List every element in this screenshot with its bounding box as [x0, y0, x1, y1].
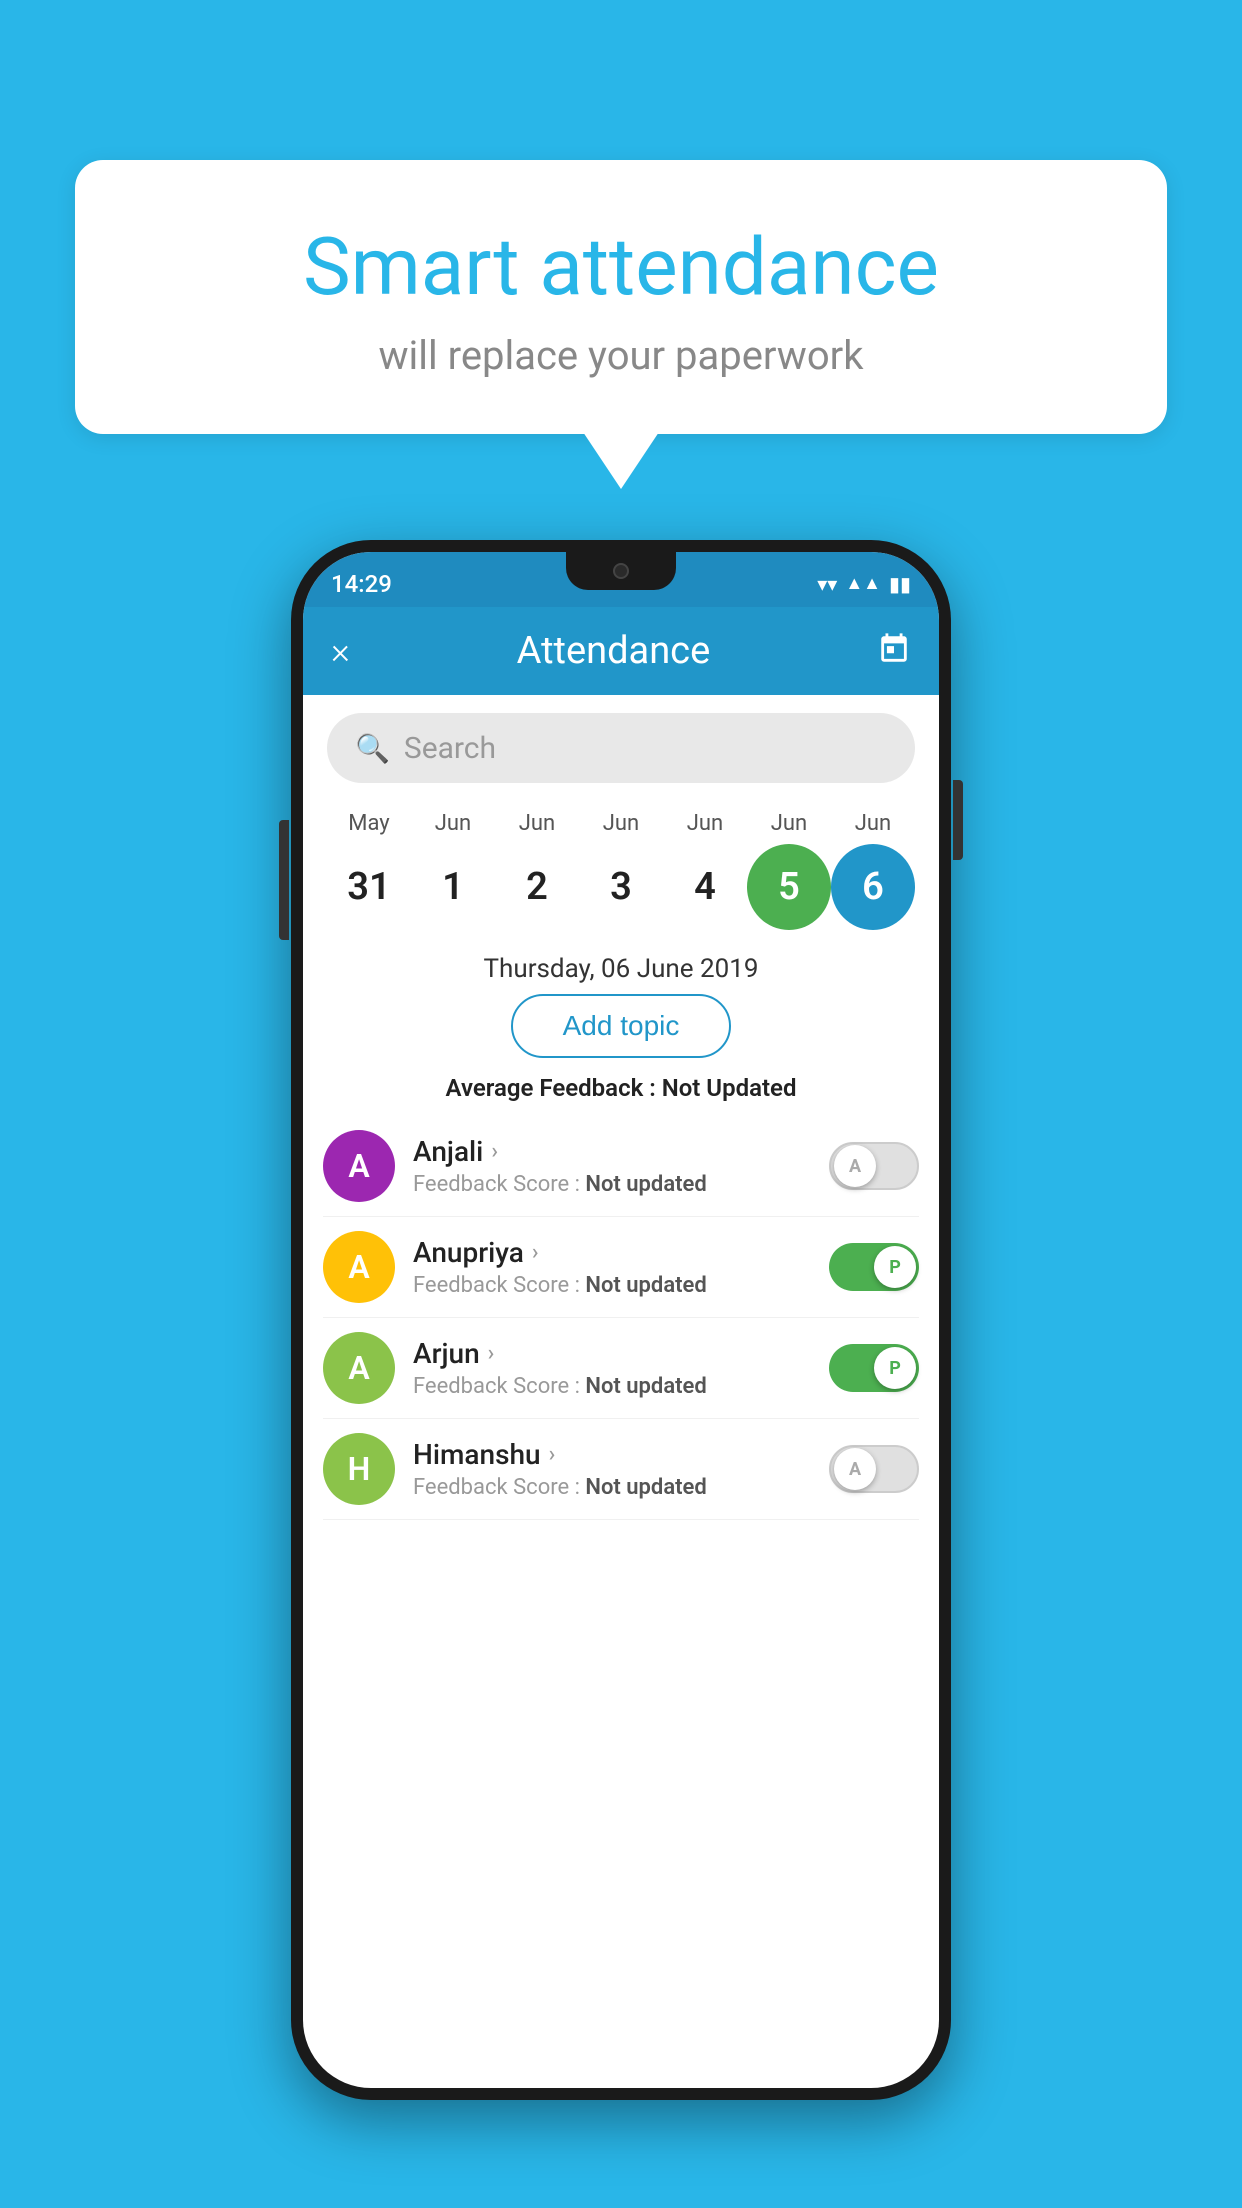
list-item: A Anupriya › Feedback Score : Not update… — [323, 1217, 919, 1318]
close-button[interactable]: × — [331, 630, 350, 672]
status-time: 14:29 — [331, 570, 392, 598]
date-row: 31 1 2 3 4 5 6 — [327, 844, 915, 930]
date-5[interactable]: 5 — [747, 844, 831, 930]
date-6[interactable]: 6 — [831, 844, 915, 930]
chevron-right-icon: › — [491, 1139, 498, 1164]
month-2: Jun — [495, 811, 579, 836]
attendance-toggle[interactable]: A — [829, 1142, 919, 1190]
month-6: Jun — [831, 811, 915, 836]
student-info[interactable]: Anupriya › Feedback Score : Not updated — [413, 1236, 811, 1298]
attendance-toggle[interactable]: P — [829, 1344, 919, 1392]
toggle-knob: A — [834, 1448, 876, 1490]
chevron-right-icon: › — [549, 1442, 556, 1467]
calendar: May Jun Jun Jun Jun Jun Jun 31 1 2 3 4 5… — [303, 801, 939, 938]
chevron-right-icon: › — [532, 1240, 539, 1265]
camera — [613, 563, 629, 579]
date-31[interactable]: 31 — [327, 844, 411, 930]
list-item: H Himanshu › Feedback Score : Not update… — [323, 1419, 919, 1520]
feedback-score: Feedback Score : Not updated — [413, 1475, 811, 1500]
avatar: A — [323, 1332, 395, 1404]
speech-bubble-container: Smart attendance will replace your paper… — [75, 160, 1167, 434]
wifi-icon: ▾▾ — [817, 572, 837, 596]
date-3[interactable]: 3 — [579, 844, 663, 930]
student-list: A Anjali › Feedback Score : Not updated … — [303, 1116, 939, 1520]
month-1: Jun — [411, 811, 495, 836]
selected-date: Thursday, 06 June 2019 — [303, 938, 939, 994]
month-row: May Jun Jun Jun Jun Jun Jun — [327, 811, 915, 836]
toggle-off: A — [829, 1445, 919, 1493]
attendance-toggle[interactable]: P — [829, 1243, 919, 1291]
signal-icon: ▲▲ — [845, 573, 881, 594]
student-info[interactable]: Anjali › Feedback Score : Not updated — [413, 1135, 811, 1197]
student-info[interactable]: Arjun › Feedback Score : Not updated — [413, 1337, 811, 1399]
app-header: × Attendance — [303, 607, 939, 695]
phone-outer: 14:29 ▾▾ ▲▲ ▮▮ × Attendance 🔍 — [291, 540, 951, 2100]
attendance-toggle[interactable]: A — [829, 1445, 919, 1493]
toggle-knob: A — [834, 1145, 876, 1187]
student-name: Himanshu › — [413, 1438, 811, 1471]
feedback-score: Feedback Score : Not updated — [413, 1172, 811, 1197]
toggle-on: P — [829, 1344, 919, 1392]
toggle-on: P — [829, 1243, 919, 1291]
header-title: Attendance — [517, 629, 711, 673]
month-5: Jun — [747, 811, 831, 836]
avatar: H — [323, 1433, 395, 1505]
bubble-title: Smart attendance — [155, 220, 1087, 314]
calendar-button[interactable] — [877, 632, 911, 670]
add-topic-button[interactable]: Add topic — [511, 994, 732, 1058]
list-item: A Arjun › Feedback Score : Not updated P — [323, 1318, 919, 1419]
search-placeholder: Search — [404, 731, 496, 766]
search-icon: 🔍 — [355, 732, 390, 765]
feedback-score: Feedback Score : Not updated — [413, 1273, 811, 1298]
date-4[interactable]: 4 — [663, 844, 747, 930]
date-2[interactable]: 2 — [495, 844, 579, 930]
bubble-subtitle: will replace your paperwork — [155, 332, 1087, 379]
month-4: Jun — [663, 811, 747, 836]
date-1[interactable]: 1 — [411, 844, 495, 930]
avg-feedback: Average Feedback : Not Updated — [303, 1074, 939, 1102]
list-item: A Anjali › Feedback Score : Not updated … — [323, 1116, 919, 1217]
avatar: A — [323, 1130, 395, 1202]
month-3: Jun — [579, 811, 663, 836]
avg-feedback-value: Not Updated — [662, 1074, 797, 1102]
student-info[interactable]: Himanshu › Feedback Score : Not updated — [413, 1438, 811, 1500]
month-0: May — [327, 811, 411, 836]
student-name: Anupriya › — [413, 1236, 811, 1269]
phone-notch — [566, 552, 676, 590]
avg-feedback-label: Average Feedback : — [446, 1074, 662, 1102]
feedback-score: Feedback Score : Not updated — [413, 1374, 811, 1399]
search-bar[interactable]: 🔍 Search — [327, 713, 915, 783]
phone-screen: 14:29 ▾▾ ▲▲ ▮▮ × Attendance 🔍 — [303, 552, 939, 2088]
toggle-knob: P — [874, 1347, 916, 1389]
battery-icon: ▮▮ — [889, 572, 911, 596]
toggle-off: A — [829, 1142, 919, 1190]
toggle-knob: P — [874, 1246, 916, 1288]
student-name: Arjun › — [413, 1337, 811, 1370]
avatar: A — [323, 1231, 395, 1303]
student-name: Anjali › — [413, 1135, 811, 1168]
phone-frame: 14:29 ▾▾ ▲▲ ▮▮ × Attendance 🔍 — [291, 540, 951, 2100]
chevron-right-icon: › — [488, 1341, 495, 1366]
status-icons: ▾▾ ▲▲ ▮▮ — [817, 572, 911, 596]
speech-bubble: Smart attendance will replace your paper… — [75, 160, 1167, 434]
